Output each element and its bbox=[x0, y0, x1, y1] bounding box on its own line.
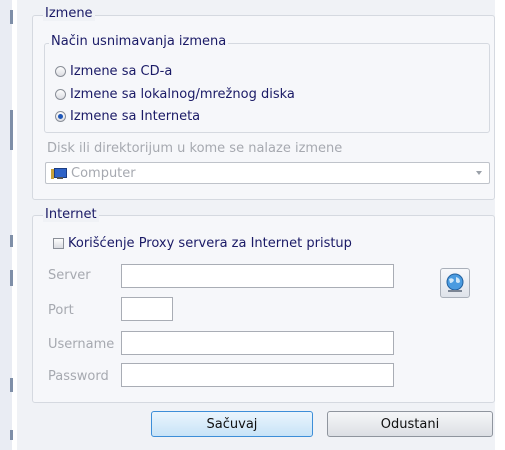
radio-internet[interactable]: Izmene sa Interneta bbox=[55, 109, 200, 124]
disk-combo-value: Computer bbox=[71, 165, 136, 181]
globe-button[interactable] bbox=[440, 268, 470, 298]
radio-cd[interactable]: Izmene sa CD-a bbox=[55, 64, 172, 79]
password-input[interactable] bbox=[121, 363, 394, 387]
port-label: Port bbox=[48, 303, 74, 318]
disk-path-label: Disk ili direktorijum u kome se nalaze i… bbox=[47, 141, 343, 156]
cancel-button[interactable]: Odustani bbox=[327, 411, 493, 437]
server-label: Server bbox=[48, 268, 91, 283]
radio-internet-label: Izmene sa Interneta bbox=[70, 109, 201, 124]
window-left-edge bbox=[0, 0, 13, 450]
password-label: Password bbox=[48, 369, 109, 384]
changes-group-title: Izmene bbox=[43, 6, 95, 21]
radio-button-selected[interactable] bbox=[55, 111, 66, 122]
edge-marker bbox=[10, 235, 13, 247]
server-input[interactable] bbox=[121, 264, 394, 288]
internet-group-title: Internet bbox=[43, 207, 99, 222]
save-button[interactable]: Sačuvaj bbox=[151, 411, 313, 437]
settings-panel: Izmene Način usnimavanja izmena Izmene s… bbox=[17, 0, 495, 450]
radio-button[interactable] bbox=[55, 89, 66, 100]
computer-icon bbox=[51, 167, 67, 180]
chevron-down-icon bbox=[476, 171, 482, 175]
radio-button[interactable] bbox=[55, 66, 66, 77]
edge-marker bbox=[10, 110, 13, 150]
edge-marker bbox=[10, 270, 13, 286]
radio-cd-label: Izmene sa CD-a bbox=[70, 64, 173, 79]
username-label: Username bbox=[48, 337, 115, 352]
globe-icon bbox=[446, 273, 464, 292]
disk-combo[interactable]: Computer bbox=[45, 162, 490, 184]
port-input[interactable] bbox=[121, 297, 173, 321]
edge-marker bbox=[10, 378, 13, 392]
mode-group-title: Način usnimavanja izmena bbox=[49, 34, 229, 49]
proxy-checkbox-row[interactable]: Korišćenje Proxy servera za Internet pri… bbox=[53, 236, 352, 251]
radio-local-disk[interactable]: Izmene sa lokalnog/mrežnog diska bbox=[55, 87, 295, 102]
edge-marker bbox=[10, 10, 13, 24]
radio-local-disk-label: Izmene sa lokalnog/mrežnog diska bbox=[70, 87, 295, 102]
edge-marker bbox=[10, 430, 13, 440]
username-input[interactable] bbox=[121, 331, 394, 355]
proxy-checkbox-label: Korišćenje Proxy servera za Internet pri… bbox=[68, 236, 352, 251]
proxy-checkbox[interactable] bbox=[53, 238, 64, 249]
